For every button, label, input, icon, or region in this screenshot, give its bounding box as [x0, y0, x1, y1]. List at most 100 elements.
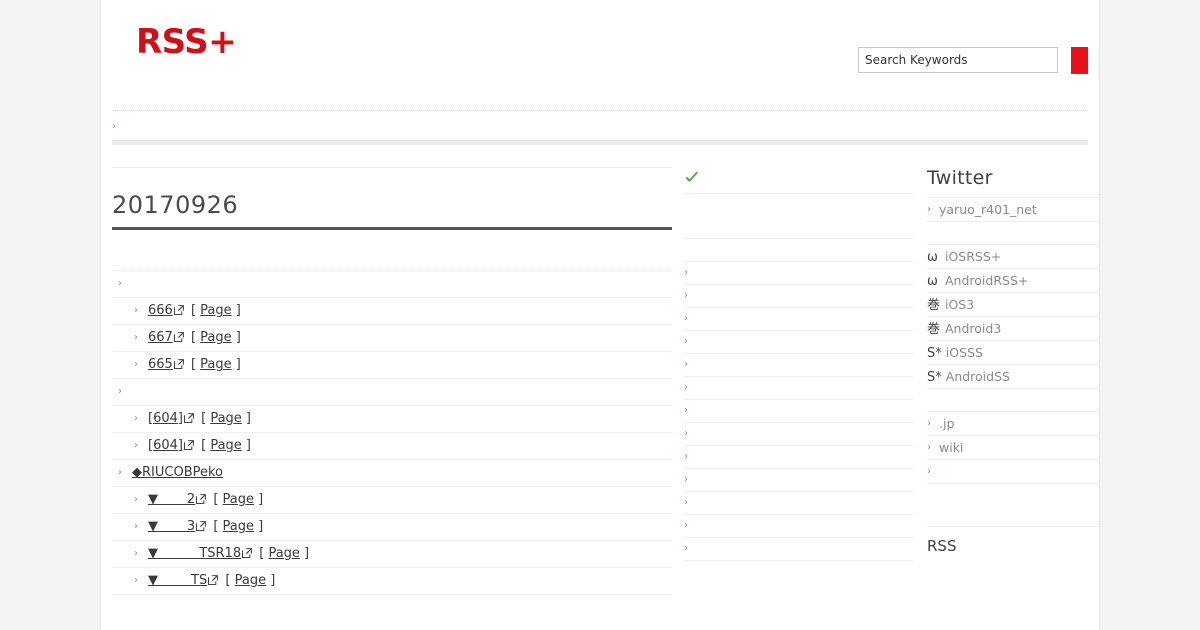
entry-row[interactable]: ›: [112, 379, 672, 406]
entry-link[interactable]: 665: [148, 357, 173, 372]
middle-row[interactable]: ›: [684, 285, 914, 308]
app-glyph-icon: S*: [927, 346, 942, 361]
sidebar-app-item[interactable]: 巻 Android3: [927, 317, 1099, 341]
entry-link[interactable]: 667: [148, 330, 173, 345]
chevron-right-icon: ›: [684, 405, 688, 416]
bracket-close: ]: [299, 546, 310, 561]
entry-row[interactable]: › [604] [ Page ]: [112, 406, 672, 433]
sidebar-app-label: iOSSS: [945, 345, 983, 360]
entry-row[interactable]: › 665 [ Page ]: [112, 352, 672, 379]
entry-row[interactable]: › ▼ TSR18 [ Page ]: [112, 541, 672, 568]
chevron-right-icon: ›: [684, 520, 688, 531]
entry-link[interactable]: 666: [148, 303, 173, 318]
chevron-right-icon: ›: [684, 267, 688, 278]
chevron-right-icon: ›: [927, 442, 931, 453]
search-input[interactable]: [858, 47, 1058, 73]
nav-item-0[interactable]: ›: [112, 120, 116, 133]
external-link-icon[interactable]: [208, 575, 219, 585]
middle-row[interactable]: ›: [684, 515, 914, 538]
middle-spacer: [684, 194, 914, 238]
entry-link[interactable]: ▼ 3: [148, 519, 195, 534]
entry-link[interactable]: [604]: [148, 411, 183, 426]
page-link[interactable]: Page: [235, 573, 266, 588]
middle-row[interactable]: ›: [684, 423, 914, 446]
middle-row[interactable]: [684, 239, 914, 262]
sidebar-app-item[interactable]: 巻 iOS3: [927, 293, 1099, 317]
sidebar-app-label: AndroidRSS+: [945, 273, 1029, 288]
entry-link[interactable]: ▼ TSR18: [148, 546, 241, 561]
page-root: RSS+ › 20170926 › › 666 [ Page ] › 667 [ Pag…: [0, 0, 1200, 630]
bracket-open: [: [209, 492, 223, 507]
entry-row[interactable]: › ▼ 2 [ Page ]: [112, 487, 672, 514]
entry-row[interactable]: › 666 [ Page ]: [112, 298, 672, 325]
middle-row[interactable]: ›: [684, 446, 914, 469]
sidebar-app-label: Android3: [945, 321, 1002, 336]
middle-row[interactable]: ›: [684, 377, 914, 400]
sidebar-app-list: ω iOSRSS+ ω AndroidRSS+ 巻 iOS3 巻 Android3 S* iOSS…: [927, 245, 1099, 389]
sidebar-link-item[interactable]: › .jp: [927, 412, 1099, 436]
external-link-icon[interactable]: [183, 440, 194, 450]
external-link-icon[interactable]: [242, 548, 252, 558]
entry-row[interactable]: › [604] [ Page ]: [112, 433, 672, 460]
sidebar-rss-heading: RSS: [927, 537, 957, 555]
entry-link[interactable]: ▼ TS: [148, 573, 207, 588]
external-link-icon[interactable]: [173, 305, 184, 315]
entry-row[interactable]: › 667 [ Page ]: [112, 325, 672, 352]
chevron-right-icon: ›: [684, 497, 688, 508]
page-link[interactable]: Page: [210, 438, 241, 453]
entry-link[interactable]: [604]: [148, 438, 183, 453]
page-title: 20170926: [112, 191, 672, 230]
page-link[interactable]: Page: [200, 303, 231, 318]
app-glyph-icon: 巻: [927, 322, 941, 337]
bracket-open: [: [255, 546, 269, 561]
entry-link[interactable]: ▼ 2: [148, 492, 195, 507]
bracket-close: ]: [241, 438, 252, 453]
external-link-icon[interactable]: [196, 494, 207, 504]
sidebar-item-twitter-account[interactable]: › yaruo_r401_net: [927, 198, 1099, 222]
page-link[interactable]: Page: [210, 411, 241, 426]
entry-row[interactable]: ›: [112, 271, 672, 298]
bracket-close: ]: [266, 573, 276, 588]
external-link-icon[interactable]: [183, 413, 194, 423]
search-submit-button[interactable]: [1071, 47, 1088, 74]
sidebar-app-item[interactable]: S* AndroidSS: [927, 365, 1099, 389]
chevron-right-icon: ›: [134, 548, 138, 559]
entry-row[interactable]: › ▼ 3 [ Page ]: [112, 514, 672, 541]
sidebar-link-item[interactable]: ›: [927, 460, 1099, 484]
middle-row[interactable]: ›: [684, 308, 914, 331]
middle-row[interactable]: ›: [684, 354, 914, 377]
sidebar-link-list: › .jp › wiki ›: [927, 412, 1099, 484]
entry-link[interactable]: ◆RIUCOBPeko: [132, 465, 223, 480]
middle-row[interactable]: ›: [684, 492, 914, 515]
sidebar: Twitter › yaruo_r401_net ω iOSRSS+ ω Androi…: [927, 145, 1099, 615]
entry-row[interactable]: › ▼ TS [ Page ]: [112, 568, 672, 595]
bracket-open: [: [186, 330, 201, 345]
page-link[interactable]: Page: [200, 330, 231, 345]
external-link-icon[interactable]: [173, 332, 184, 342]
middle-row[interactable]: ›: [684, 469, 914, 492]
bracket-close: ]: [254, 519, 264, 534]
sidebar-link-item[interactable]: › wiki: [927, 436, 1099, 460]
sidebar-app-item[interactable]: ω AndroidRSS+: [927, 269, 1099, 293]
page-link[interactable]: Page: [223, 492, 254, 507]
page-link[interactable]: Page: [223, 519, 254, 534]
external-link-icon[interactable]: [173, 359, 184, 369]
site-logo[interactable]: RSS+: [136, 22, 237, 62]
entry-list: › › 666 [ Page ] › 667 [ Page ] › 665 [ Page ]…: [112, 271, 672, 595]
middle-row[interactable]: ›: [684, 331, 914, 354]
middle-row[interactable]: ›: [684, 538, 914, 561]
sidebar-app-item[interactable]: ω iOSRSS+: [927, 245, 1099, 269]
chevron-right-icon: ›: [134, 521, 138, 532]
external-link-icon[interactable]: [196, 521, 207, 531]
entry-row[interactable]: › ◆RIUCOBPeko: [112, 460, 672, 487]
sidebar-app-label: iOSRSS+: [945, 249, 1002, 264]
bracket-open: [: [186, 303, 201, 318]
page-link[interactable]: Page: [268, 546, 299, 561]
middle-row[interactable]: ›: [684, 262, 914, 285]
middle-row[interactable]: ›: [684, 400, 914, 423]
sidebar-app-item[interactable]: S* iOSSS: [927, 341, 1099, 365]
page-link[interactable]: Page: [200, 357, 231, 372]
content-wrapper: RSS+ › 20170926 › › 666 [ Page ] › 667 [ Pag…: [100, 0, 1100, 630]
